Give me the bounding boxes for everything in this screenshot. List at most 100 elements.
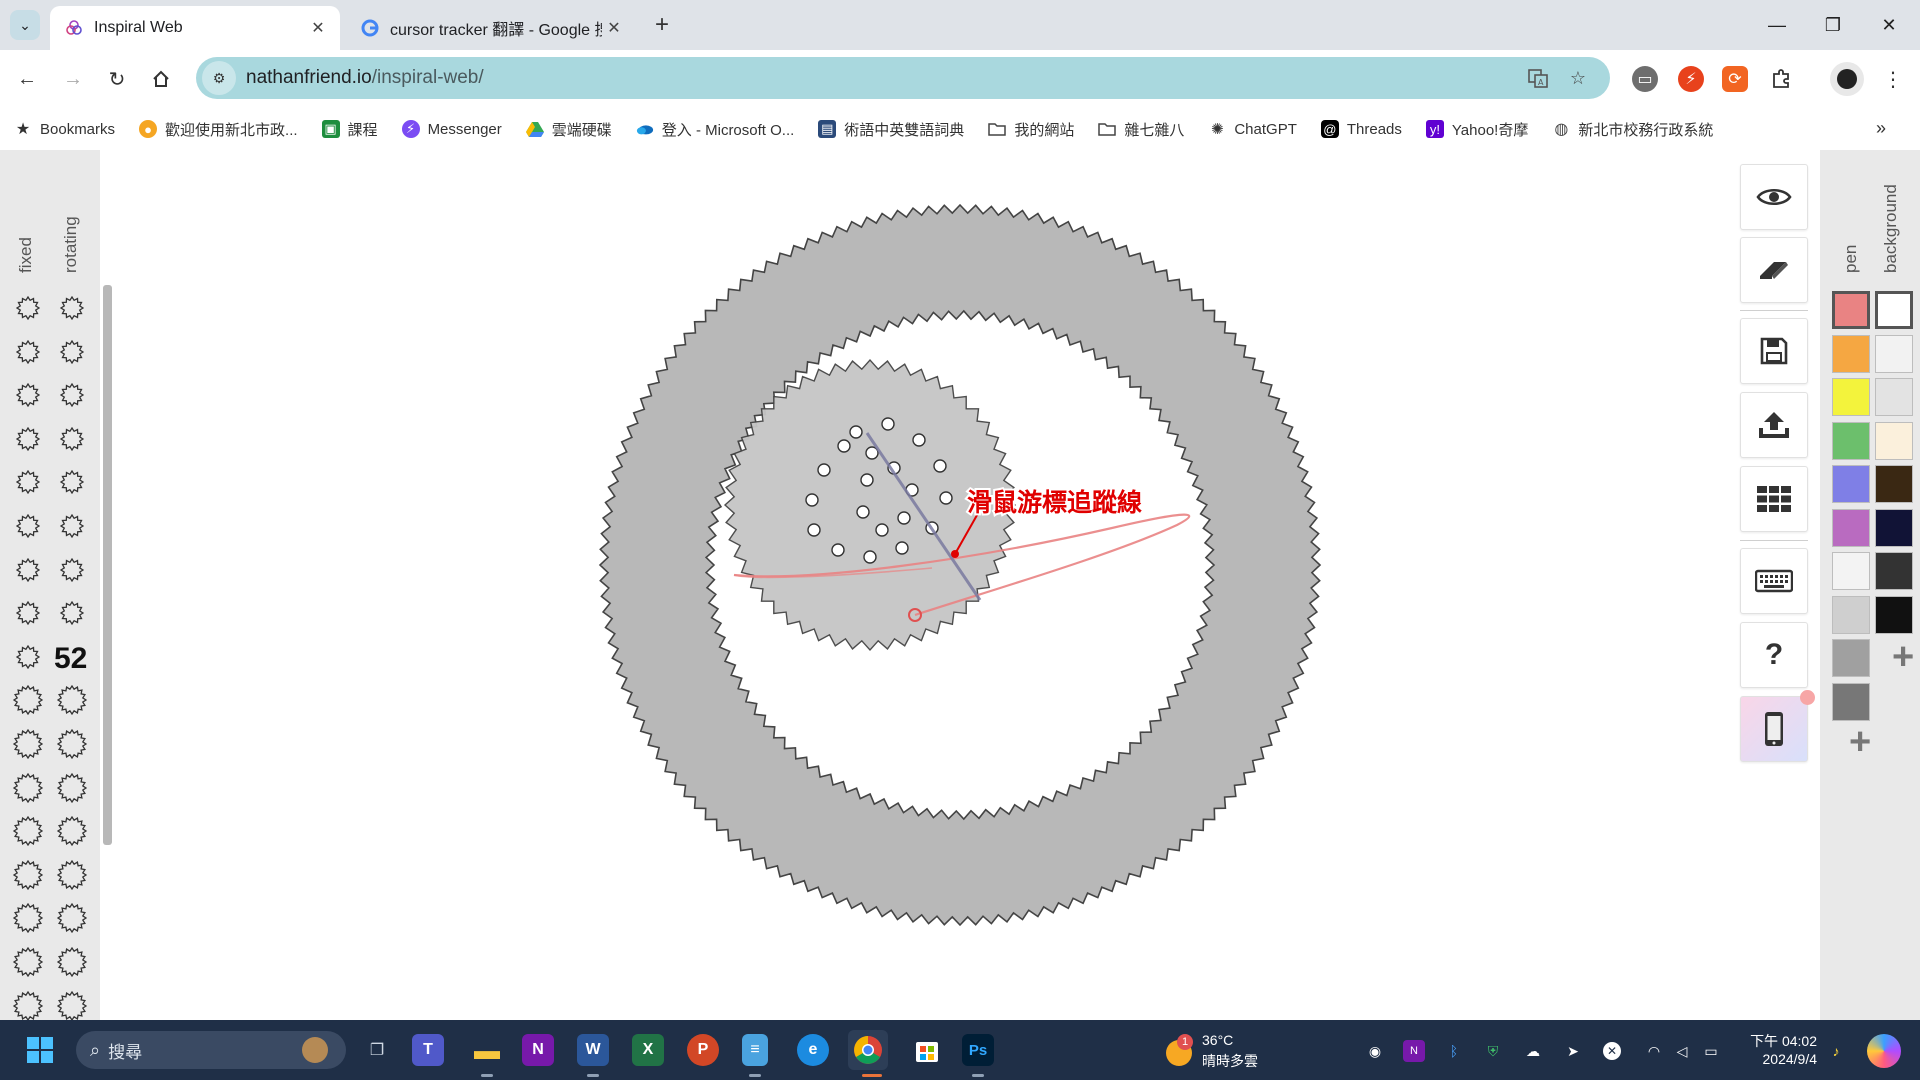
pen-hole[interactable] [805,493,819,507]
fixed-gear-option[interactable] [13,903,43,934]
kebab-menu-icon[interactable]: ⋮ [1880,66,1906,92]
rotating-gear-option[interactable] [57,555,87,585]
upload-image-button[interactable] [1740,392,1808,458]
steam-tray-icon[interactable]: ◉ [1364,1040,1386,1062]
extensions-puzzle-icon[interactable] [1768,66,1794,92]
rotating-gear-option[interactable] [57,380,87,410]
background-color-swatch[interactable] [1875,465,1913,503]
rotating-gear-option[interactable] [57,424,87,454]
pen-hole[interactable] [875,523,889,537]
pen-color-swatch[interactable] [1832,378,1870,416]
rotating-gear-option[interactable] [57,947,87,977]
location-tray-icon[interactable]: ➤ [1562,1040,1584,1062]
chrome-taskbar-button[interactable] [848,1030,888,1070]
notification-bell-icon[interactable]: ♪ [1825,1040,1847,1062]
pen-hole[interactable] [895,541,909,555]
bookmark-item[interactable]: ▣ 課程 [321,119,378,140]
tab-search-button[interactable]: ⌄ [10,10,40,40]
pen-hole[interactable] [933,459,947,473]
bookmark-folder[interactable]: 我的網站 [988,119,1074,140]
close-window-button[interactable]: ✕ [1866,0,1912,50]
rotating-gear-option[interactable] [57,816,87,847]
pen-color-swatch[interactable] [1832,508,1870,547]
excel-icon[interactable]: X [632,1034,664,1066]
bookmark-item[interactable]: ◍ 新北市校務行政系統 [1552,119,1713,140]
translate-icon[interactable]: A [1526,66,1550,90]
pen-hole[interactable] [881,417,895,431]
rotating-gear-option[interactable] [57,511,87,541]
reload-button[interactable]: ↻ [102,64,132,94]
pen-hole[interactable] [831,543,845,557]
pen-hole[interactable] [860,473,874,487]
fixed-gear-option[interactable] [13,990,43,1020]
background-color-swatch[interactable] [1875,378,1913,416]
pen-color-swatch[interactable] [1832,682,1870,721]
background-color-swatch[interactable] [1875,334,1913,373]
fixed-gear-option[interactable] [13,685,43,716]
fixed-gear-option[interactable] [13,293,43,323]
pen-hole[interactable] [939,491,953,505]
powerpoint-icon[interactable]: P [687,1034,719,1066]
rotating-gear-option[interactable] [57,598,87,628]
rotating-gear-option[interactable] [57,772,87,803]
bluetooth-tray-icon[interactable]: ᛒ [1443,1040,1465,1062]
profile-avatar[interactable] [1830,62,1864,96]
pen-color-swatch[interactable] [1832,552,1870,590]
fixed-gear-option[interactable] [13,598,43,628]
photoshop-icon[interactable]: Ps [962,1034,994,1066]
onenote-tray-icon[interactable]: N [1403,1040,1425,1062]
pen-color-swatch[interactable] [1832,465,1870,503]
pen-color-swatch[interactable] [1832,291,1870,329]
add-pen-color-icon[interactable]: + [1849,723,1871,761]
fixed-gear-option[interactable] [13,729,43,759]
bookmark-item[interactable]: @ Threads [1320,120,1402,138]
rotating-gear-option[interactable] [57,903,87,934]
rotating-gear-option[interactable] [57,293,87,323]
bookmarks-overflow-icon[interactable]: » [1876,118,1886,139]
close-tab-icon[interactable]: ✕ [602,16,626,40]
fixed-gear-option[interactable] [13,511,43,541]
fixed-gear-option[interactable] [13,424,43,454]
background-color-swatch[interactable] [1875,552,1913,590]
clear-canvas-button[interactable] [1740,237,1808,303]
pen-hole[interactable] [849,425,863,439]
onedrive-tray-icon[interactable]: ☁ [1522,1040,1544,1062]
notepad-icon[interactable]: ≡ [742,1034,768,1066]
pen-hole[interactable] [807,523,821,537]
fixed-gear-option[interactable] [13,337,43,367]
store-icon[interactable] [907,1030,947,1070]
clock-date[interactable]: 2024/9/4 [1735,1051,1818,1067]
tab-google-search[interactable]: cursor tracker 翻譯 - Google 搜 ✕ [346,6,636,50]
volume-tray-icon[interactable]: ◁ [1671,1040,1693,1062]
keyboard-controls-button[interactable] [1740,548,1808,614]
address-bar[interactable]: ⚙ nathanfriend.io/inspiral-web/ A ☆ [196,57,1610,99]
bookmark-item[interactable]: ▤ 術語中英雙語詞典 [818,119,964,140]
pen-hole[interactable] [897,511,911,525]
close-tab-icon[interactable]: ✕ [306,16,330,40]
tab-inspiral-web[interactable]: Inspiral Web ✕ [50,6,340,50]
teams-icon[interactable]: T [412,1034,444,1066]
pen-color-swatch[interactable] [1832,334,1870,373]
close-circle-tray-icon[interactable]: ✕ [1603,1042,1621,1060]
toggle-gear-visibility-button[interactable] [1740,164,1808,230]
bookmark-item[interactable]: ★ Bookmarks [14,120,115,139]
pen-hole[interactable] [863,550,877,564]
gear-panel-scrollbar[interactable] [103,285,112,845]
weather-widget[interactable]: 1 36°C 晴時多雲 [1164,1028,1274,1072]
edge-icon[interactable]: e [797,1034,829,1066]
drawing-canvas[interactable]: 滑鼠游標追蹤線 [112,150,1740,1020]
add-background-color-icon[interactable]: + [1892,638,1914,676]
bookmark-item[interactable]: y! Yahoo!奇摩 [1425,119,1528,140]
rotating-gear-option[interactable] [57,990,87,1020]
fixed-gear-option[interactable] [13,947,43,977]
pen-color-swatch[interactable] [1832,639,1870,677]
background-color-swatch[interactable] [1875,291,1913,329]
pen-color-swatch[interactable] [1832,421,1870,460]
fixed-gear-option[interactable] [13,859,43,890]
new-tab-button[interactable]: + [648,11,676,39]
fixed-gear-option[interactable] [13,772,43,803]
task-view-icon[interactable]: ❐ [357,1030,397,1070]
bookmark-item[interactable]: ● 歡迎使用新北市政... [139,119,298,140]
bookmark-item[interactable]: 登入 - Microsoft O... [636,119,794,140]
battery-tray-icon[interactable]: ▭ [1700,1040,1722,1062]
